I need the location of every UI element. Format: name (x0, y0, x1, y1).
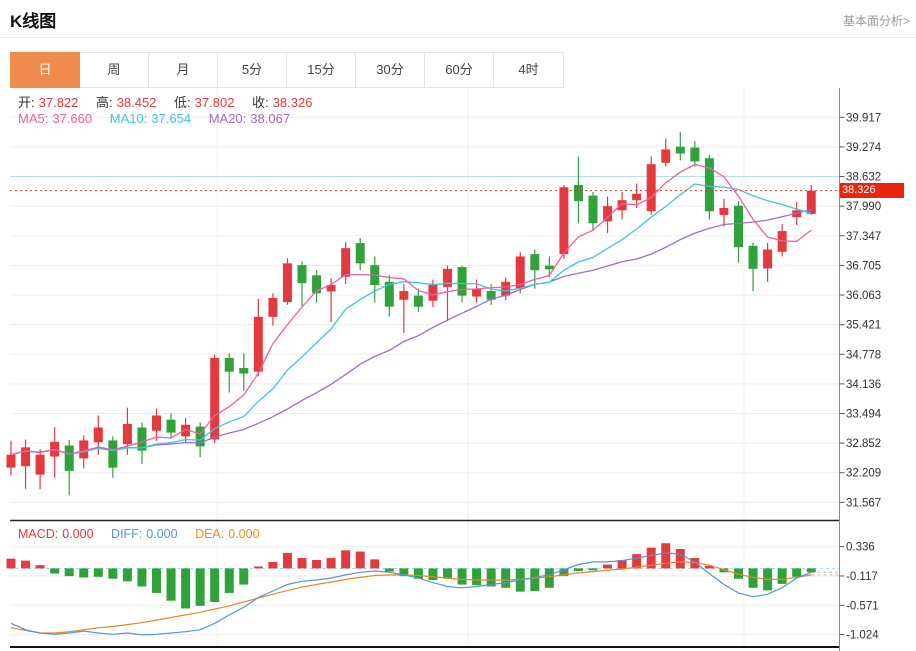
y-axis-label: 39.274 (846, 142, 882, 154)
y-axis-label: 34.136 (846, 379, 881, 391)
ma10-value: 37.654 (151, 111, 191, 126)
close-label: 收: (252, 95, 269, 110)
y-axis-label: 0.336 (846, 542, 875, 554)
open-value: 37.822 (39, 95, 79, 110)
y-axis-label: 37.990 (846, 201, 881, 213)
ma5-value: 37.660 (52, 111, 92, 126)
diff-value: 0.000 (146, 527, 177, 541)
ma20-label: MA20: (209, 111, 247, 126)
y-axis-label: -0.117 (846, 571, 878, 583)
macd-legend: MACD: 0.000 DIFF: 0.000 DEA: 0.000 (18, 527, 264, 541)
ma20-value: 38.067 (250, 111, 290, 126)
y-axis-label: 36.063 (846, 290, 881, 302)
y-axis-label: 36.705 (846, 260, 881, 272)
close-value: 38.326 (273, 95, 313, 110)
ma5-label: MA5: (18, 111, 48, 126)
y-axis-label: 32.852 (846, 438, 881, 450)
diff-label: DIFF: (111, 527, 142, 541)
y-axis-label: 37.347 (846, 231, 881, 243)
open-label: 开: (18, 95, 35, 110)
ma-legend: MA5: 37.660 MA10:37.654 MA20:38.067 (18, 111, 294, 126)
y-axis-label: 33.494 (846, 409, 882, 421)
dea-value: 0.000 (228, 527, 259, 541)
y-axis-label: 34.778 (846, 349, 881, 361)
ohlc-legend: 开: 37.822 高: 38.452 低: 37.802 收: 38.326 (18, 92, 316, 111)
y-axis-label: 35.421 (846, 320, 881, 332)
y-axis-label: 38.632 (846, 172, 881, 184)
kline-chart[interactable]: 39.917 39.274 38.632 37.990 37.347 36.705 36.0… (0, 0, 916, 651)
low-value: 37.802 (195, 95, 235, 110)
macd-value: 0.000 (62, 527, 93, 541)
y-axis-label: -0.571 (846, 600, 879, 612)
high-label: 高: (96, 95, 113, 110)
ma10-label: MA10: (110, 111, 148, 126)
current-price-badge: 38.326 (840, 183, 904, 198)
dea-label: DEA: (195, 527, 224, 541)
macd-label: MACD: (18, 527, 58, 541)
y-axis-label: -1.024 (846, 630, 879, 642)
high-value: 38.452 (117, 95, 157, 110)
y-axis-label: 32.209 (846, 468, 881, 480)
low-label: 低: (174, 95, 191, 110)
y-axis-label: 39.917 (846, 112, 881, 124)
kline-page: K线图 基本面分析> 日 周 月 5分 15分 30分 60分 4时 39.91… (0, 0, 916, 651)
y-axis-label: 31.567 (846, 497, 881, 509)
